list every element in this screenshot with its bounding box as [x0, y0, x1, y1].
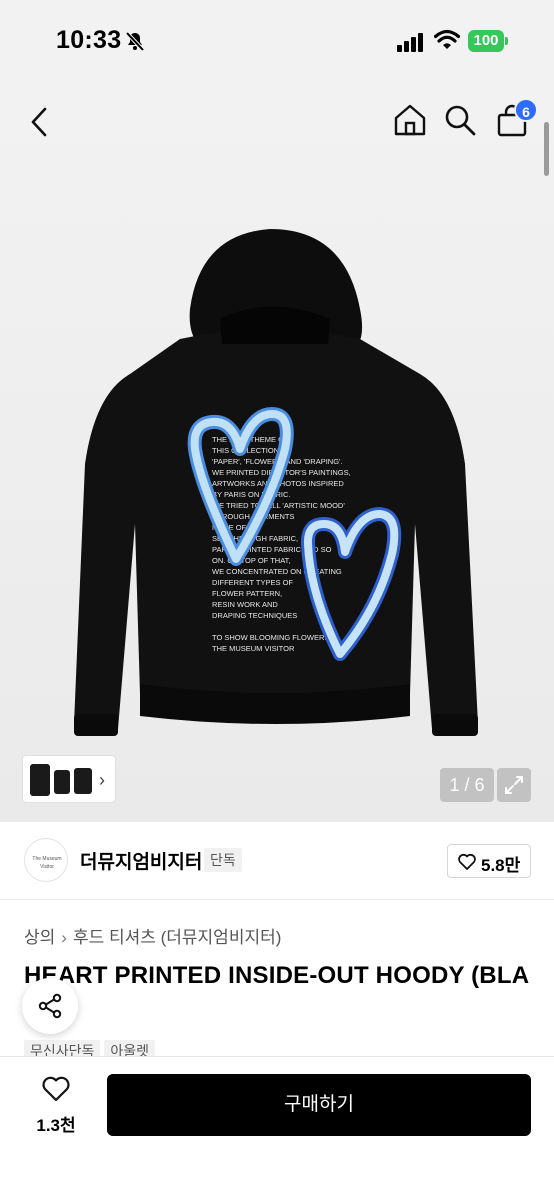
- breadcrumb: 상의 › 후드 티셔츠 (더뮤지엄비지터): [24, 923, 281, 948]
- brand-row: The Museum Visitor 더뮤지엄비지터 단독 5.8만: [0, 822, 554, 900]
- breadcrumb-subcategory[interactable]: 후드 티셔츠 (더뮤지엄비지터): [73, 928, 281, 947]
- svg-text:DRAPING TECHNIQUES: DRAPING TECHNIQUES: [212, 611, 297, 620]
- thumbnail[interactable]: [30, 764, 50, 796]
- home-icon[interactable]: [392, 102, 428, 138]
- brand-exclusive-tag: 단독: [204, 848, 242, 872]
- buy-button[interactable]: 구매하기: [107, 1074, 531, 1136]
- svg-text:RESIN WORK AND: RESIN WORK AND: [212, 600, 278, 609]
- bell-off-icon: [125, 31, 145, 52]
- svg-text:DIFFERENT TYPES OF: DIFFERENT TYPES OF: [212, 578, 293, 587]
- brand-logo-text: The Museum Visitor: [32, 856, 62, 870]
- scroll-indicator: [544, 122, 549, 176]
- chevron-left-icon[interactable]: [24, 104, 56, 140]
- brand-logo[interactable]: The Museum Visitor: [24, 838, 68, 882]
- search-icon[interactable]: [442, 102, 478, 138]
- share-button[interactable]: [22, 978, 78, 1034]
- product-image: THE MAIN THEME OF THIS COLLECTION IS 'PA…: [74, 229, 478, 736]
- chevron-right-icon: ›: [61, 928, 67, 947]
- chevron-right-icon[interactable]: ›: [99, 770, 105, 791]
- cart-count-badge: 6: [514, 98, 538, 122]
- battery-level: 100: [468, 30, 504, 52]
- gallery-pager: 1 / 6: [440, 768, 494, 802]
- product-gallery[interactable]: 6 THE MAIN THEME OF THIS COLLECTION IS '…: [0, 84, 554, 822]
- expand-icon: [505, 776, 523, 794]
- svg-text:TO SHOW BLOOMING FLOWERS: TO SHOW BLOOMING FLOWERS: [212, 633, 329, 642]
- svg-text:FLOWER PATTERN,: FLOWER PATTERN,: [212, 589, 282, 598]
- svg-text:WE TRIED TO TELL 'ARTISTIC MOO: WE TRIED TO TELL 'ARTISTIC MOOD': [212, 501, 345, 510]
- expand-button[interactable]: [497, 768, 531, 802]
- svg-text:THE MUSEUM VISITOR: THE MUSEUM VISITOR: [212, 644, 295, 653]
- heart-icon: [458, 853, 476, 870]
- product-like-button[interactable]: 1.3천: [22, 1073, 90, 1137]
- breadcrumb-category[interactable]: 상의: [24, 928, 55, 947]
- cart-button[interactable]: 6: [494, 98, 538, 140]
- share-icon: [38, 993, 62, 1019]
- thumbnail[interactable]: [74, 768, 92, 794]
- svg-text:WE CONCENTRATED ON CREATING: WE CONCENTRATED ON CREATING: [212, 567, 342, 576]
- brand-like-button[interactable]: 5.8만: [447, 844, 531, 878]
- signal-icon: [397, 33, 423, 52]
- brand-name[interactable]: 더뮤지엄비지터: [80, 847, 202, 874]
- svg-text:ON. ON TOP OF THAT,: ON. ON TOP OF THAT,: [212, 556, 291, 565]
- status-time: 10:33: [56, 26, 122, 54]
- bottom-action-bar: 1.3천 구매하기: [0, 1056, 554, 1200]
- svg-text:BY PARIS ON FABRIC.: BY PARIS ON FABRIC.: [212, 490, 291, 499]
- battery-cap: [505, 37, 508, 45]
- battery-indicator: 100: [468, 30, 508, 52]
- status-bar: 10:33 100: [0, 0, 554, 84]
- heart-icon: [42, 1076, 70, 1102]
- wifi-icon: [434, 29, 460, 49]
- thumbnail[interactable]: [54, 770, 70, 794]
- brand-like-count: 5.8만: [481, 856, 521, 875]
- product-like-count: 1.3천: [36, 1116, 76, 1135]
- thumbnail-strip[interactable]: ›: [22, 755, 116, 803]
- product-title: HEART PRINTED INSIDE-OUT HOODY (BLA: [24, 962, 530, 989]
